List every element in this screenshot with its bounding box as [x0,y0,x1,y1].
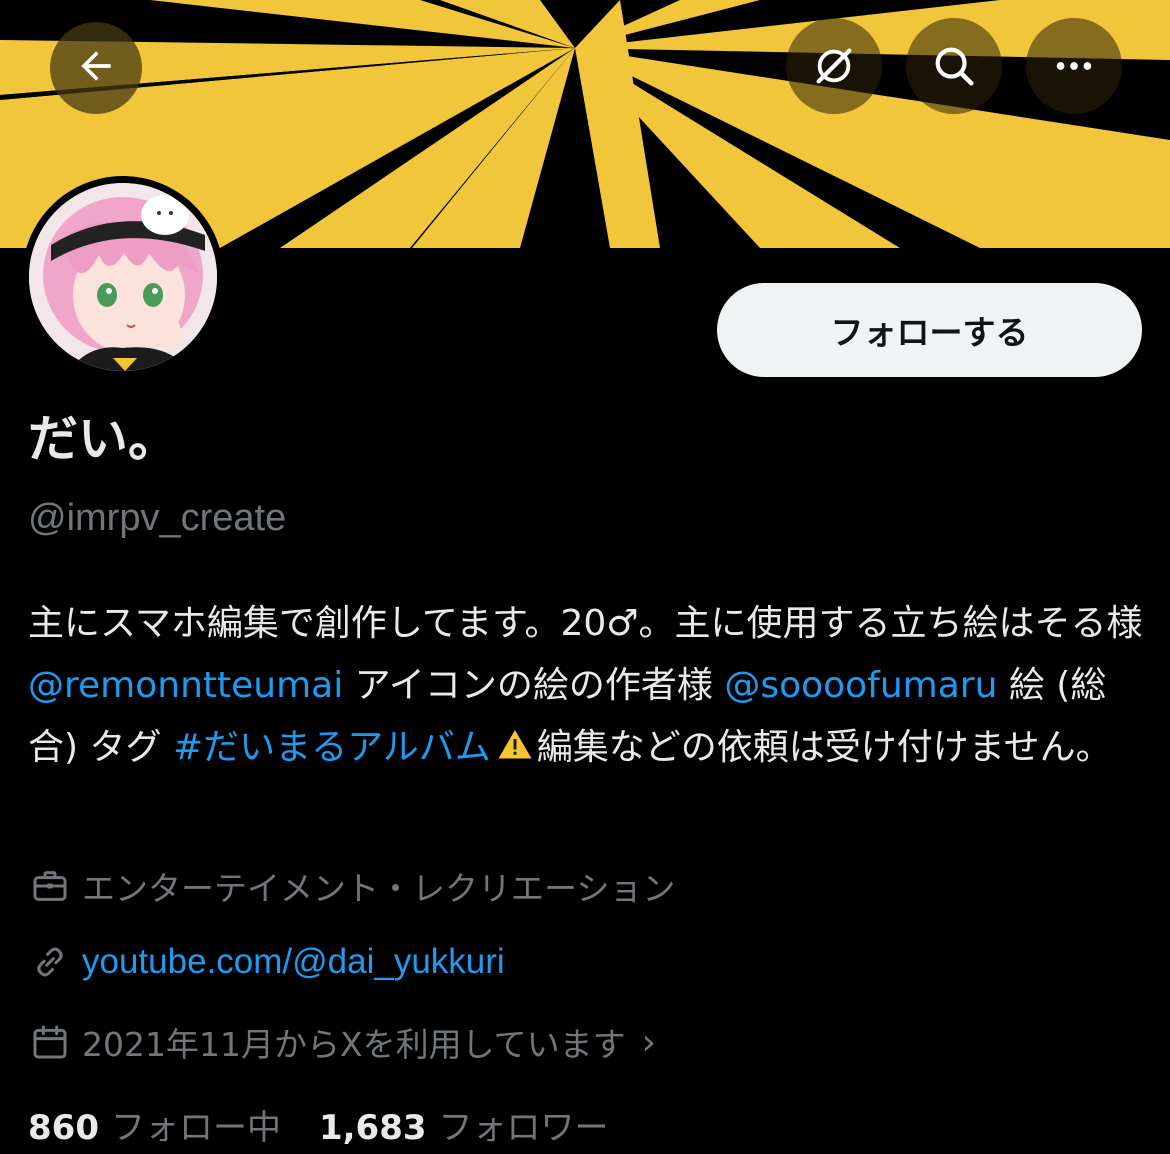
profile-category: エンターテイメント・レクリエーション [30,862,675,910]
profile-joined[interactable]: 2021年11月からXを利用しています › [30,1018,656,1066]
calendar-icon [33,1025,67,1059]
briefcase-icon [33,871,67,901]
display-name: だい。 [28,410,178,468]
avatar[interactable] [22,176,224,378]
follow-button[interactable]: フォローする [717,283,1142,377]
sync-button[interactable] [786,18,882,114]
bio-text: アイコンの絵の作者様 [343,665,725,706]
more-horizontal-icon [1056,62,1092,70]
search-button[interactable] [906,18,1002,114]
avatar-image [29,183,217,371]
search-icon [935,47,974,86]
followers-label[interactable]: フォロワー [439,1100,609,1149]
following-count[interactable]: 860 [28,1108,99,1148]
warning-icon [498,730,532,759]
category-text: エンターテイメント・レクリエーション [82,869,676,908]
user-handle: @imrpv_create [28,497,287,539]
sync-off-icon [816,48,852,84]
bio-text: 主にスマホ編集で創作してます。20♂。主に使用する立ち絵はそる様 [28,603,1143,644]
mention-link[interactable]: @remonntteumai [28,665,343,706]
back-button[interactable] [48,18,144,114]
profile-website[interactable]: youtube.com/@dai_yukkuri [30,942,505,982]
website-link[interactable]: youtube.com/@dai_yukkuri [82,942,505,982]
followers-count[interactable]: 1,683 [319,1108,427,1148]
arrow-left-icon [81,51,111,81]
joined-text: 2021年11月からXを利用しています [82,1025,626,1064]
bio-text: 編集などの依頼は受け付けません。 [536,727,1112,768]
mention-link[interactable]: @soooofumaru [724,665,997,706]
following-label[interactable]: フォロー中 [111,1100,281,1149]
hashtag-link[interactable]: #だいまるアルバム [173,727,491,768]
link-icon [37,947,63,977]
profile-bio: 主にスマホ編集で創作してます。20♂。主に使用する立ち絵はそる様 @remonn… [28,593,1148,779]
follow-stats: 860 フォロー中 1,683 フォロワー [28,1100,647,1149]
more-button[interactable] [1026,18,1122,114]
chevron-right-icon: › [641,1021,656,1063]
